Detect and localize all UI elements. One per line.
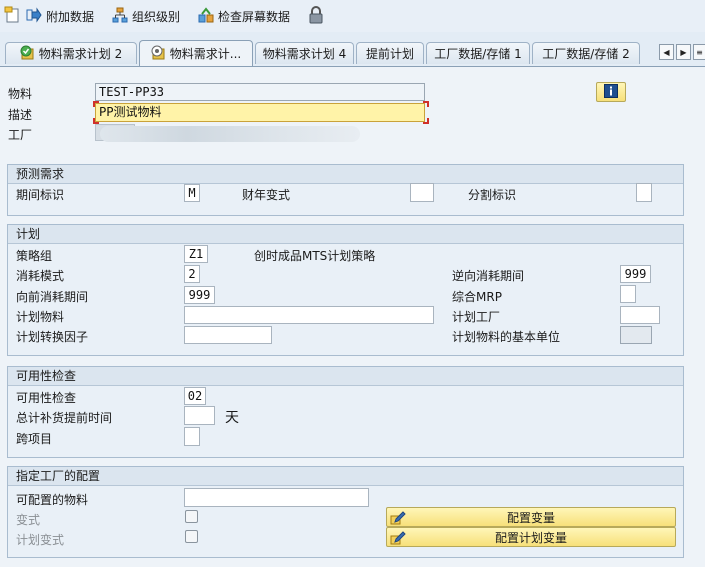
conversion-factor-label: 计划转换因子 — [16, 330, 89, 344]
configure-planning-variant-label: 配置计划变量 — [494, 530, 567, 545]
additional-data-button[interactable]: 附加数据 — [26, 6, 94, 26]
material-field[interactable]: TEST-PP33 — [95, 83, 425, 101]
forward-consumption-label: 向前消耗期间 — [16, 290, 89, 304]
planning-variant-label: 计划变式 — [16, 533, 65, 547]
tab-label: 物料需求计... — [169, 47, 242, 61]
list-icon: ≡ — [696, 47, 703, 57]
forecast-group-title: 预测需求 — [8, 165, 683, 184]
info-icon — [604, 83, 618, 101]
cross-project-label: 跨项目 — [16, 432, 53, 446]
tab-strip: 物料需求计划 2 物料需求计... 物料需求计划 4 提前计划 工厂数据/存储 … — [0, 40, 705, 66]
triangle-right-icon: ▶ — [680, 47, 687, 57]
split-indicator-label: 分割标识 — [468, 188, 517, 202]
planning-material-label: 计划物料 — [16, 310, 65, 324]
tab-list-button[interactable]: ≡ — [693, 44, 705, 60]
tab-mrp2[interactable]: 物料需求计划 2 — [5, 42, 137, 64]
tab-plant-storage-1[interactable]: 工厂数据/存储 1 — [426, 42, 530, 64]
planning-base-unit-field — [620, 326, 652, 344]
triangle-left-icon: ◀ — [663, 47, 670, 57]
scroll-tabs-left-button[interactable]: ◀ — [659, 44, 674, 60]
availability-check-label: 可用性检查 — [16, 391, 77, 405]
forecast-requirements-group: 预测需求 — [7, 164, 684, 216]
configurable-material-field[interactable] — [184, 488, 369, 507]
period-indicator-label: 期间标识 — [16, 188, 65, 202]
description-value: PP测试物料 — [99, 105, 162, 119]
tab-label: 工厂数据/存储 1 — [434, 47, 522, 61]
strategy-group-field[interactable]: Z1 — [184, 245, 208, 263]
consumption-mode-label: 消耗模式 — [16, 269, 65, 283]
tab-label: 物料需求计划 2 — [38, 47, 123, 61]
additional-data-label: 附加数据 — [46, 9, 95, 24]
planning-group-title: 计划 — [8, 225, 683, 244]
pencil-edit-icon — [390, 530, 406, 548]
backward-consumption-label: 逆向消耗期间 — [452, 269, 525, 283]
configure-planning-variant-button[interactable]: 配置计划变量 — [386, 527, 676, 547]
lock-button[interactable] — [308, 5, 324, 27]
availability-group-title: 可用性检查 — [8, 367, 683, 386]
arrow-right-icon — [26, 6, 42, 26]
planning-base-unit-label: 计划物料的基本单位 — [452, 330, 561, 344]
pencil-edit-icon — [390, 510, 406, 528]
split-indicator-field[interactable] — [636, 183, 652, 202]
tab-label: 物料需求计划 4 — [262, 47, 347, 61]
variant-checkbox[interactable] — [185, 510, 198, 523]
redacted-plant-value — [100, 126, 360, 142]
material-label: 物料 — [8, 87, 33, 101]
tab-mrp4[interactable]: 物料需求计划 4 — [255, 42, 354, 64]
backward-consumption-field[interactable]: 999 — [620, 265, 651, 283]
consumption-mode-field[interactable]: 2 — [184, 265, 200, 283]
configure-variant-label: 配置变量 — [506, 510, 555, 525]
mixed-mrp-label: 综合MRP — [452, 290, 502, 304]
planning-variant-checkbox[interactable] — [185, 530, 198, 543]
configurable-material-label: 可配置的物料 — [16, 493, 89, 507]
strategy-group-description: 创时成品MTS计划策略 — [254, 249, 376, 263]
org-hierarchy-icon — [112, 7, 128, 26]
period-indicator-field[interactable]: M — [184, 184, 200, 202]
check-screen-data-button[interactable]: 检查屏幕数据 — [198, 6, 290, 26]
description-field[interactable]: PP测试物料 — [95, 103, 425, 122]
tab-label: 工厂数据/存储 2 — [542, 47, 630, 61]
lock-icon — [308, 5, 324, 27]
plant-label: 工厂 — [8, 128, 33, 142]
focus-corner-tl — [93, 101, 99, 107]
cross-project-field[interactable] — [184, 427, 200, 446]
check-data-icon — [198, 6, 214, 26]
tab-forecasting[interactable]: 提前计划 — [356, 42, 424, 64]
create-document-icon — [4, 6, 22, 27]
check-screen-data-label: 检查屏幕数据 — [218, 9, 291, 24]
checkmark-icon — [20, 45, 35, 63]
org-levels-label: 组织级别 — [132, 9, 181, 24]
description-label: 描述 — [8, 108, 33, 122]
create-button[interactable] — [4, 6, 22, 26]
fiscal-variant-field[interactable] — [410, 183, 434, 202]
planning-plant-field[interactable] — [620, 306, 660, 324]
planning-group: 计划 — [7, 224, 684, 356]
mixed-mrp-field[interactable] — [620, 285, 636, 303]
scroll-tabs-right-button[interactable]: ▶ — [676, 44, 691, 60]
focus-corner-br — [423, 118, 429, 124]
total-replenishment-lead-time-field[interactable] — [184, 406, 215, 425]
application-toolbar: 附加数据 组织级别 检查屏幕数据 — [0, 0, 705, 32]
configuration-group-title: 指定工厂的配置 — [8, 467, 683, 486]
days-unit-label: 天 — [225, 410, 239, 426]
focus-corner-tr — [423, 101, 429, 107]
tab-plant-storage-2[interactable]: 工厂数据/存储 2 — [532, 42, 640, 64]
planning-plant-label: 计划工厂 — [452, 310, 501, 324]
fiscal-variant-label: 财年变式 — [242, 188, 291, 202]
total-replenishment-lead-time-label: 总计补货提前时间 — [16, 411, 113, 425]
org-levels-button[interactable]: 组织级别 — [112, 6, 180, 26]
in-progress-icon — [151, 45, 166, 63]
availability-check-field[interactable]: 02 — [184, 387, 206, 405]
forward-consumption-field[interactable]: 999 — [184, 286, 215, 304]
tab-label: 提前计划 — [365, 47, 414, 61]
info-button[interactable] — [596, 82, 626, 102]
variant-label: 变式 — [16, 513, 41, 527]
strategy-group-label: 策略组 — [16, 249, 53, 263]
tab-mrp3[interactable]: 物料需求计... — [139, 40, 253, 66]
conversion-factor-field[interactable] — [184, 326, 272, 344]
configure-variant-button[interactable]: 配置变量 — [386, 507, 676, 527]
planning-material-field[interactable] — [184, 306, 434, 324]
